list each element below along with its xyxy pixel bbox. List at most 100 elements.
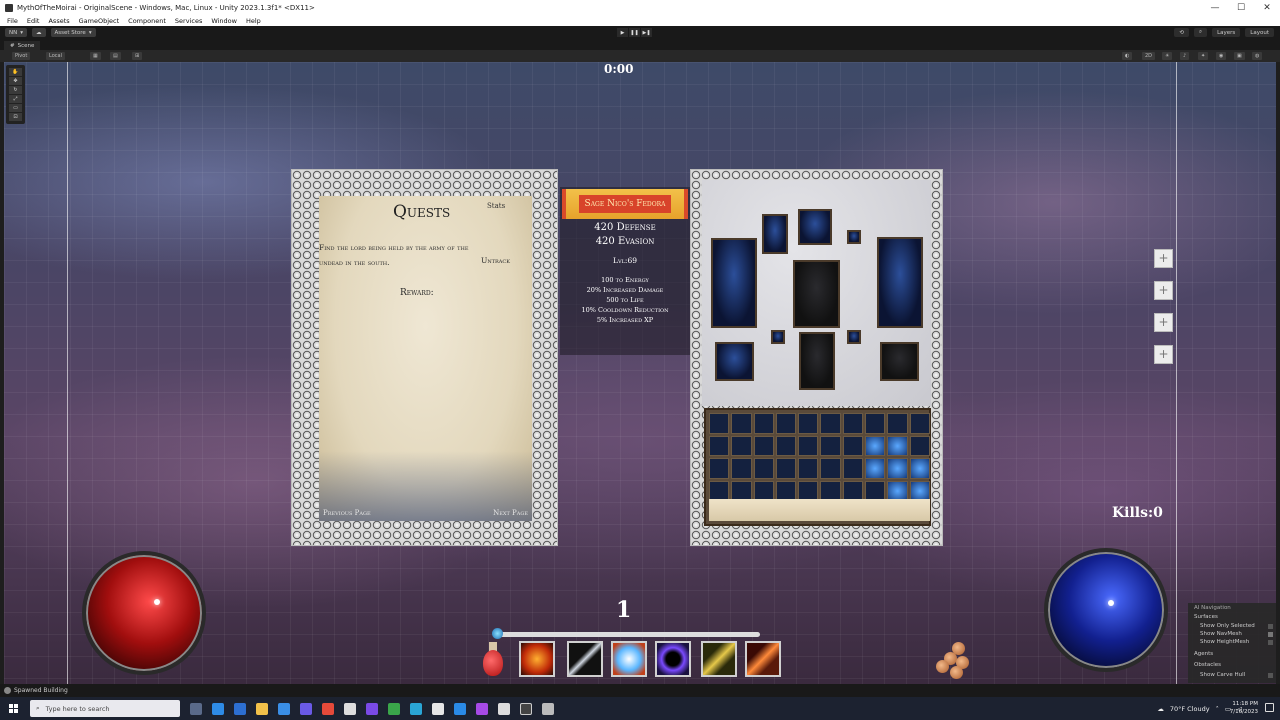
equip-slot-ring[interactable] xyxy=(771,330,785,344)
equip-slot-helmet[interactable] xyxy=(762,214,788,254)
health-potion-icon[interactable] xyxy=(476,640,510,678)
menu-file[interactable]: File xyxy=(7,17,18,25)
close-button[interactable]: ✕ xyxy=(1254,3,1280,13)
previous-page-button[interactable]: Previous Page xyxy=(323,509,371,517)
menu-services[interactable]: Services xyxy=(175,17,202,25)
chevron-up-icon[interactable]: ˄ xyxy=(1216,705,1219,713)
menu-assets[interactable]: Assets xyxy=(48,17,69,25)
inventory-cell[interactable] xyxy=(842,480,864,501)
2d-toggle[interactable]: 2D xyxy=(1142,52,1156,60)
status-message[interactable]: Spawned Building xyxy=(14,687,68,694)
play-button[interactable]: ▶ xyxy=(617,28,628,37)
transform-tool-icon[interactable]: ⊡ xyxy=(9,113,22,121)
audio-icon[interactable]: ♪ xyxy=(1180,52,1190,60)
unity-hub-icon[interactable] xyxy=(498,702,510,715)
inventory-cell[interactable] xyxy=(798,458,819,479)
hidden-objects-icon[interactable]: ◉ xyxy=(1216,52,1227,60)
equip-slot-ring[interactable] xyxy=(847,230,861,244)
app-icon[interactable] xyxy=(366,702,378,715)
show-only-selected-checkbox[interactable] xyxy=(1268,624,1273,629)
file-explorer-icon[interactable] xyxy=(256,702,268,715)
next-page-button[interactable]: Next Page xyxy=(493,509,528,517)
account-button[interactable]: NN ▾ xyxy=(5,28,27,37)
tab-scene[interactable]: # Scene xyxy=(4,41,41,50)
scale-tool-icon[interactable]: ⤢ xyxy=(9,95,22,103)
frost-skill-icon[interactable] xyxy=(611,641,647,677)
inventory-cell[interactable] xyxy=(909,480,930,501)
inventory-cell[interactable] xyxy=(731,480,752,501)
search-icon[interactable]: ⌕ xyxy=(1194,28,1208,37)
effects-icon[interactable]: ✦ xyxy=(1198,52,1209,60)
app-icon[interactable] xyxy=(542,702,554,715)
mail-icon[interactable] xyxy=(234,702,246,715)
show-heightmesh-checkbox[interactable] xyxy=(1268,640,1273,645)
snap-increment-icon[interactable]: ▤ xyxy=(110,52,121,60)
equip-slot-gloves[interactable] xyxy=(715,342,754,381)
inventory-cell[interactable] xyxy=(798,435,819,456)
menu-help[interactable]: Help xyxy=(246,17,261,25)
inventory-cell[interactable] xyxy=(842,413,864,434)
strike-skill-icon[interactable] xyxy=(745,641,781,677)
blade-skill-icon[interactable] xyxy=(567,641,603,677)
cloud-button[interactable]: ☁ xyxy=(32,28,46,37)
notification-icon[interactable] xyxy=(1265,703,1274,712)
gizmos-icon[interactable]: ◍ xyxy=(1252,52,1263,60)
equip-slot-legs[interactable] xyxy=(799,332,835,390)
visual-studio-icon[interactable] xyxy=(476,702,488,715)
scene-viewport[interactable]: ✋ ✥ ↻ ⤢ ▭ ⊡ 0:00 Quests Stats Find the l… xyxy=(4,62,1276,684)
inventory-cell[interactable] xyxy=(709,435,730,456)
inventory-cell[interactable] xyxy=(775,435,797,456)
inventory-cell[interactable] xyxy=(842,435,864,456)
asset-store-button[interactable]: Asset Store ▾ xyxy=(50,28,96,37)
inventory-cell[interactable] xyxy=(820,413,841,434)
inventory-cell[interactable] xyxy=(887,413,908,434)
rect-tool-icon[interactable]: ▭ xyxy=(9,104,22,112)
obstacles-foldout[interactable]: Obstacles xyxy=(1194,662,1221,668)
app-icon[interactable] xyxy=(322,702,334,715)
inventory-cell[interactable] xyxy=(820,458,841,479)
layers-dropdown[interactable]: Layers xyxy=(1212,28,1241,37)
inventory-cell[interactable] xyxy=(798,480,819,501)
inventory-cell[interactable] xyxy=(865,413,886,434)
inventory-cell[interactable] xyxy=(709,480,730,501)
inventory-cell[interactable] xyxy=(842,458,864,479)
stats-tab[interactable]: Stats xyxy=(487,202,505,210)
show-carve-hull-checkbox[interactable] xyxy=(1268,673,1273,678)
void-skill-icon[interactable] xyxy=(655,641,691,677)
surfaces-foldout[interactable]: Surfaces xyxy=(1194,614,1218,620)
show-navmesh-checkbox[interactable] xyxy=(1268,632,1273,637)
taskbar-clock[interactable]: 11:18 PM 7/16/2023 xyxy=(1230,700,1258,716)
lightning-skill-icon[interactable] xyxy=(701,641,737,677)
equip-slot-weapon[interactable] xyxy=(711,238,757,328)
equip-slot-ring[interactable] xyxy=(847,330,861,344)
inventory-cell[interactable] xyxy=(753,458,774,479)
side-plus-button[interactable]: + xyxy=(1154,345,1173,364)
inventory-cell[interactable] xyxy=(887,458,908,479)
edge-icon[interactable] xyxy=(212,702,224,715)
equip-slot-chest[interactable] xyxy=(793,260,840,328)
equip-slot-boots[interactable] xyxy=(880,342,919,381)
menu-window[interactable]: Window xyxy=(211,17,237,25)
minimize-button[interactable]: — xyxy=(1202,3,1228,13)
pause-button[interactable]: ❚❚ xyxy=(629,28,640,37)
store-icon[interactable] xyxy=(278,702,290,715)
history-icon[interactable]: ⟲ xyxy=(1174,28,1189,37)
inventory-cell[interactable] xyxy=(820,435,841,456)
inventory-cell[interactable] xyxy=(887,480,908,501)
windows-start-icon[interactable] xyxy=(9,704,18,713)
inventory-cell[interactable] xyxy=(865,480,886,501)
side-plus-button[interactable]: + xyxy=(1154,313,1173,332)
menu-edit[interactable]: Edit xyxy=(27,17,40,25)
app-icon[interactable] xyxy=(454,702,466,715)
inventory-cell[interactable] xyxy=(709,458,730,479)
github-icon[interactable] xyxy=(344,702,356,715)
menu-component[interactable]: Component xyxy=(128,17,166,25)
messenger-icon[interactable] xyxy=(300,702,312,715)
weather-text[interactable]: 70°F Cloudy xyxy=(1170,705,1210,713)
inventory-cell[interactable] xyxy=(753,413,774,434)
inventory-cell[interactable] xyxy=(731,458,752,479)
inventory-cell[interactable] xyxy=(775,413,797,434)
menu-gameobject[interactable]: GameObject xyxy=(79,17,120,25)
fire-skill-icon[interactable] xyxy=(519,641,555,677)
snap-settings-icon[interactable]: ⊞ xyxy=(132,52,143,60)
